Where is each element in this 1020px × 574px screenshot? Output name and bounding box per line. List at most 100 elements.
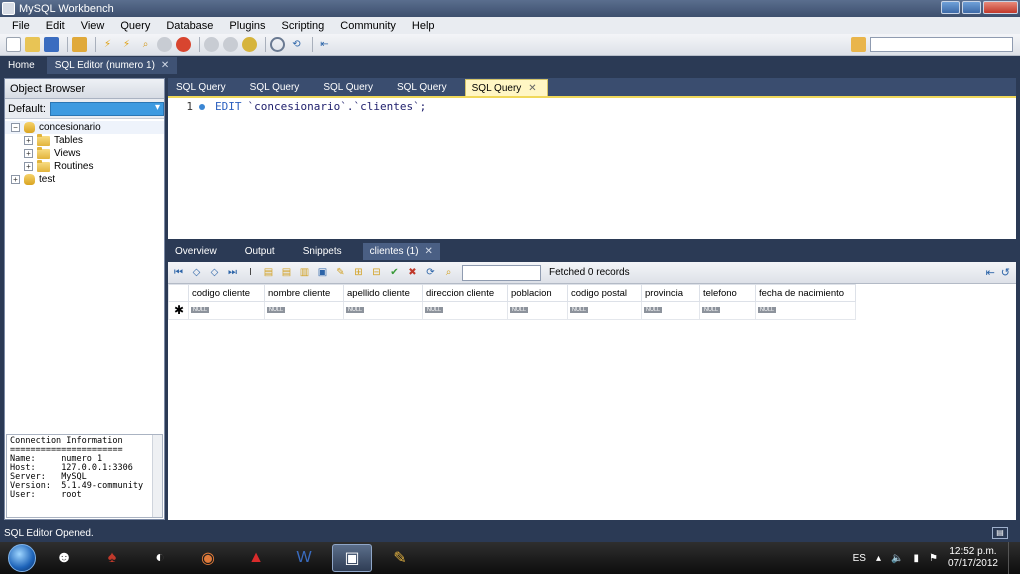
maximize-button[interactable]	[962, 1, 981, 14]
tree-item-schema[interactable]: − concesionario	[5, 121, 164, 134]
tab-sql-query[interactable]: SQL Query	[317, 79, 383, 96]
toggle-wrap-icon[interactable]: ▥	[298, 266, 311, 279]
column-header[interactable]: poblacion	[507, 284, 568, 302]
stop-on-error-icon[interactable]	[176, 37, 191, 52]
edit-mode-icon[interactable]: Ⅰ	[244, 266, 257, 279]
insert-row-icon[interactable]: ▤	[262, 266, 275, 279]
add-row-icon[interactable]: ⊞	[352, 266, 365, 279]
column-header[interactable]: codigo postal	[567, 284, 642, 302]
tree-item-schema[interactable]: + test	[5, 173, 164, 186]
previous-record-icon[interactable]: ◇	[190, 266, 203, 279]
taskbar-app-icon[interactable]: ◐	[140, 544, 180, 572]
tab-output[interactable]: Output	[238, 243, 282, 260]
column-header[interactable]: codigo cliente	[188, 284, 265, 302]
taskbar-app-icon[interactable]: ♠	[92, 544, 132, 572]
menu-database[interactable]: Database	[158, 20, 221, 32]
tree-item-routines[interactable]: + Routines	[5, 159, 164, 173]
connection-info-scrollbar[interactable]	[152, 435, 162, 517]
tab-overview[interactable]: Overview	[168, 243, 224, 260]
new-file-icon[interactable]	[6, 37, 21, 52]
stop-icon[interactable]	[157, 37, 172, 52]
table-cell[interactable]: NULL	[264, 301, 344, 320]
minimize-button[interactable]	[941, 1, 960, 14]
expand-icon[interactable]: +	[24, 162, 33, 171]
expand-icon[interactable]: +	[24, 149, 33, 158]
tab-snippets[interactable]: Snippets	[296, 243, 349, 260]
autocommit-icon[interactable]	[242, 37, 257, 52]
table-cell[interactable]: NULL	[755, 301, 856, 320]
apply-changes-icon[interactable]: ✔	[388, 266, 401, 279]
rollback-icon[interactable]	[223, 37, 238, 52]
show-desktop-button[interactable]	[1008, 542, 1020, 574]
paint-icon[interactable]: ✎	[380, 544, 420, 572]
reconnect-icon[interactable]: ⟲	[289, 37, 304, 52]
menu-scripting[interactable]: Scripting	[274, 20, 333, 32]
dock-icon[interactable]: ⇤	[986, 266, 995, 279]
next-record-icon[interactable]: ◇	[208, 266, 221, 279]
table-cell[interactable]: NULL	[567, 301, 642, 320]
result-search-input[interactable]	[462, 264, 541, 281]
clock[interactable]: 12:52 p.m. 07/17/2012	[948, 546, 998, 570]
open-script-icon[interactable]	[72, 37, 87, 52]
menu-plugins[interactable]: Plugins	[221, 20, 273, 32]
tab-sql-query-active[interactable]: SQL Query ✕	[464, 79, 548, 96]
column-header[interactable]: fecha de nacimiento	[755, 284, 856, 302]
tab-sql-query[interactable]: SQL Query	[170, 79, 236, 96]
browser-icon[interactable]: ◉	[188, 544, 228, 572]
language-indicator[interactable]: ES	[853, 553, 866, 564]
menu-help[interactable]: Help	[404, 20, 443, 32]
delete-row-icon[interactable]: ▤	[280, 266, 293, 279]
tree-item-views[interactable]: + Views	[5, 146, 164, 160]
table-cell[interactable]: NULL	[641, 301, 700, 320]
menu-query[interactable]: Query	[112, 20, 158, 32]
taskbar-app-icon[interactable]: ☻	[44, 544, 84, 572]
execute-icon[interactable]: ⚡	[100, 37, 115, 52]
duplicate-row-icon[interactable]: ⊟	[370, 266, 383, 279]
toggle-panel-icon[interactable]: ⇤	[317, 37, 332, 52]
table-cell[interactable]: NULL	[188, 301, 265, 320]
tab-sql-editor[interactable]: SQL Editor (numero 1) ✕	[46, 57, 178, 74]
toolbar-search-input[interactable]	[870, 37, 1013, 52]
column-header[interactable]: telefono	[699, 284, 756, 302]
table-cell[interactable]: NULL	[422, 301, 508, 320]
action-center-icon[interactable]: ⚑	[929, 553, 938, 564]
menu-edit[interactable]: Edit	[38, 20, 73, 32]
start-button[interactable]	[8, 544, 36, 572]
close-tab-icon[interactable]: ✕	[161, 60, 169, 71]
default-schema-select[interactable]	[49, 101, 164, 116]
close-tab-icon[interactable]: ✕	[425, 246, 433, 257]
tab-result-clientes[interactable]: clientes (1) ✕	[362, 243, 440, 260]
table-cell[interactable]: NULL	[343, 301, 423, 320]
wrap-icon[interactable]: ↺	[1001, 266, 1010, 279]
tab-home[interactable]: Home	[0, 57, 43, 74]
tree-item-tables[interactable]: + Tables	[5, 133, 164, 147]
column-header[interactable]: direccion cliente	[422, 284, 508, 302]
menu-file[interactable]: File	[4, 20, 38, 32]
edit-current-icon[interactable]: ✎	[334, 266, 347, 279]
expand-icon[interactable]: +	[24, 136, 33, 145]
network-icon[interactable]: ▮	[913, 553, 919, 564]
save-icon[interactable]: ▣	[316, 266, 329, 279]
open-folder-icon[interactable]	[25, 37, 40, 52]
explain-icon[interactable]: ⌕	[138, 37, 153, 52]
close-tab-icon[interactable]: ✕	[528, 83, 536, 94]
tab-sql-query[interactable]: SQL Query	[244, 79, 310, 96]
first-record-icon[interactable]: ⏮	[172, 266, 185, 279]
column-header[interactable]: nombre cliente	[264, 284, 344, 302]
collapse-icon[interactable]: −	[11, 123, 20, 132]
table-cell[interactable]: NULL	[507, 301, 568, 320]
refresh-icon[interactable]: ⟳	[424, 266, 437, 279]
discard-changes-icon[interactable]: ✖	[406, 266, 419, 279]
refresh-schema-icon[interactable]	[270, 37, 285, 52]
expand-icon[interactable]: +	[11, 175, 20, 184]
sidebar-toggle-icon[interactable]: ▤	[992, 527, 1008, 539]
menu-community[interactable]: Community	[332, 20, 404, 32]
word-icon[interactable]: W	[284, 544, 324, 572]
commit-icon[interactable]	[204, 37, 219, 52]
table-cell[interactable]: NULL	[699, 301, 756, 320]
save-icon[interactable]	[44, 37, 59, 52]
menu-view[interactable]: View	[73, 20, 113, 32]
mysql-workbench-task[interactable]: ▣	[332, 544, 372, 572]
execute-current-icon[interactable]: ⚡	[119, 37, 134, 52]
volume-icon[interactable]: 🔈	[891, 553, 903, 564]
